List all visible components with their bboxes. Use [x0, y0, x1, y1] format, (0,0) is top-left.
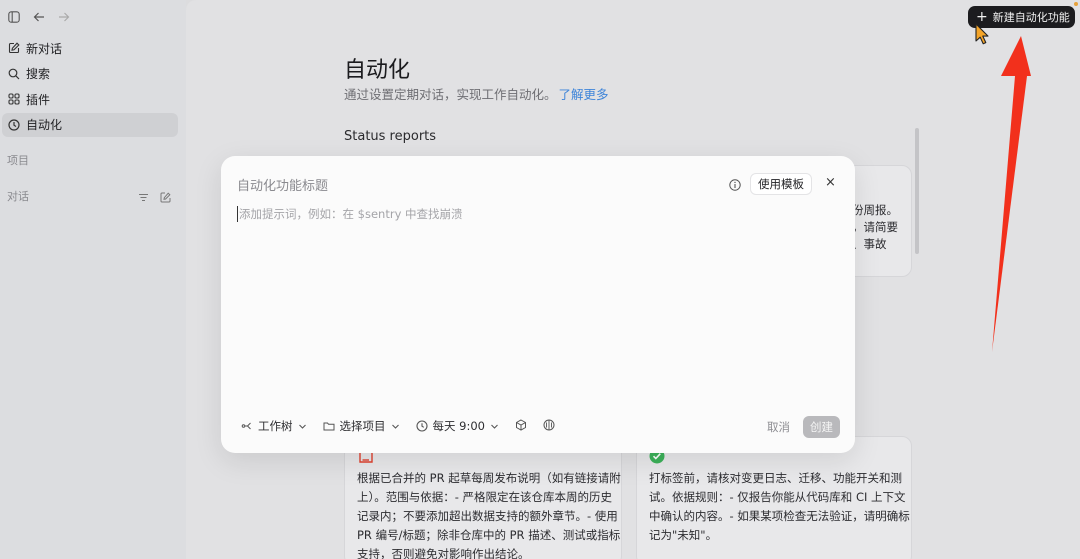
section-title: Status reports — [344, 129, 437, 144]
cube-icon[interactable] — [515, 418, 527, 434]
notification-dot — [1074, 2, 1078, 6]
new-automation-dialog: 自动化功能标题 使用模板 × 添加提示词，例如：在 $sentry 中查找崩溃 … — [221, 156, 855, 453]
prompt-input[interactable]: 添加提示词，例如：在 $sentry 中查找崩溃 — [237, 206, 463, 222]
new-chat-icon[interactable] — [160, 188, 171, 207]
page-title: 自动化 — [344, 58, 411, 83]
forward-arrow-icon[interactable] — [56, 9, 71, 24]
folder-icon — [323, 422, 334, 431]
model-icon[interactable] — [543, 419, 555, 434]
sidebar: 新对话 搜索 插件 自动化 项目 对话 — [0, 0, 186, 559]
sidebar-item-label: 自动化 — [26, 118, 63, 132]
projects-section-label: 项目 — [7, 154, 29, 167]
use-template-button[interactable]: 使用模板 — [750, 173, 812, 195]
chevron-down-icon — [298, 424, 306, 429]
sidebar-item-automation[interactable]: 自动化 — [2, 112, 178, 137]
edit-icon — [8, 42, 20, 54]
create-button[interactable]: 创建 — [803, 416, 840, 438]
clock-icon — [8, 118, 20, 131]
new-automation-label: 新建自动化功能 — [992, 11, 1070, 24]
chats-section-label: 对话 — [7, 190, 29, 203]
red-arrow-annotation-icon — [985, 36, 1035, 358]
dialog-options: 工作树 选择项目 每天 9:00 — [241, 418, 555, 434]
scrollbar[interactable] — [915, 128, 919, 254]
chevron-down-icon — [391, 424, 399, 429]
chevron-down-icon — [491, 424, 498, 429]
schedule-select[interactable]: 每天 9:00 — [415, 418, 499, 434]
card-description: 打标签前，请核对变更日志、迁移、功能开关和测 试。依据规则：- 仅报告你能从代码… — [649, 471, 910, 542]
page-subtitle: 通过设置定期对话，实现工作自动化。 了解更多 — [344, 84, 609, 103]
close-icon[interactable]: × — [825, 175, 836, 190]
back-arrow-icon[interactable] — [31, 9, 46, 24]
sidebar-nav: 新对话 搜索 插件 自动化 — [2, 36, 178, 138]
branch-icon — [241, 422, 251, 430]
info-icon[interactable] — [729, 176, 741, 195]
automation-title-input[interactable]: 自动化功能标题 — [237, 175, 328, 194]
schedule-label: 每天 9:00 — [432, 419, 485, 433]
clock-icon — [415, 420, 428, 432]
sidebar-item-new-chat[interactable]: 新对话 — [2, 36, 178, 60]
plus-icon: + — [976, 9, 988, 25]
cancel-button[interactable]: 取消 — [767, 419, 790, 435]
worktree-select[interactable]: 工作树 — [241, 418, 307, 434]
worktree-label: 工作树 — [258, 419, 293, 433]
project-select[interactable]: 选择项目 — [323, 418, 400, 434]
window-controls — [6, 9, 71, 24]
page-subtitle-text: 通过设置定期对话，实现工作自动化。 — [344, 87, 557, 102]
plugins-icon — [8, 93, 20, 105]
sidebar-item-plugins[interactable]: 插件 — [2, 87, 178, 111]
sidebar-item-label: 搜索 — [26, 67, 51, 81]
sidebar-toggle-icon[interactable] — [6, 9, 21, 24]
learn-more-link[interactable]: 了解更多 — [559, 87, 609, 102]
filter-icon[interactable] — [138, 188, 149, 207]
chats-tools — [138, 188, 171, 207]
search-icon — [8, 68, 20, 79]
card-description: 根据已合并的 PR 起草每周发布说明（如有链接请附 上）。范围与依据：- 严格限… — [357, 471, 621, 559]
sidebar-item-search[interactable]: 搜索 — [2, 62, 178, 86]
project-select-label: 选择项目 — [339, 419, 386, 433]
sidebar-item-label: 插件 — [26, 92, 51, 107]
card-text-fragment: 、事故 — [852, 237, 887, 251]
sidebar-item-label: 新对话 — [26, 41, 63, 56]
